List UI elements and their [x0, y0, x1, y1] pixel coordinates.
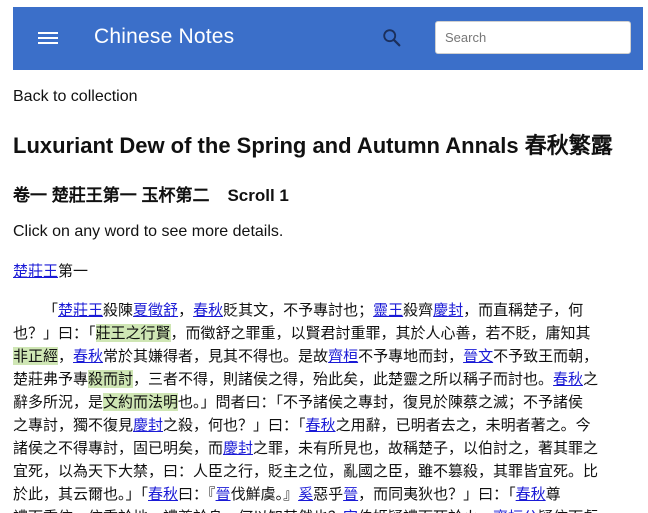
- text-segment[interactable]: 之: [583, 370, 598, 388]
- text-segment[interactable]: 伯姬疑禮而死於火，: [358, 508, 493, 513]
- word-link[interactable]: 慶封: [433, 301, 463, 319]
- text-segment[interactable]: 之用辭，已明者去之，未明者著之。今: [336, 416, 591, 434]
- classical-text-body: 「楚莊王殺陳夏徵舒，春秋貶其文，不予專討也；靈王殺齊慶封，而直稱楚子，何 也？」曰…: [13, 299, 639, 513]
- text-segment[interactable]: 也。」問者曰：「不予諸侯之專封，復見於陳蔡之滅；不予諸侯: [178, 393, 583, 411]
- text-segment[interactable]: 諸侯之不得專討，固已明矣，而: [13, 439, 223, 457]
- highlighted-phrase[interactable]: 莊王之行賢: [95, 324, 171, 342]
- word-link[interactable]: 春秋: [148, 485, 178, 503]
- text-segment[interactable]: 也？」曰：「: [13, 324, 96, 342]
- word-link[interactable]: 春秋: [193, 301, 223, 319]
- text-segment[interactable]: 疑信而虧: [538, 508, 598, 513]
- text-line: 非正經，春秋常於其嫌得者，見其不得也。是故齊桓不予專地而封，晉文不予致王而朝，: [13, 345, 639, 368]
- text-segment[interactable]: 貶其文，不予專討也；: [223, 301, 373, 319]
- text-line: 辭多所況，是文約而法明也。」問者曰：「不予諸侯之專封，復見於陳蔡之滅；不予諸侯: [13, 391, 639, 414]
- text-segment[interactable]: 曰：『: [178, 485, 216, 503]
- word-link[interactable]: 春秋: [553, 370, 583, 388]
- text-segment[interactable]: ，三者不得，則諸侯之得，殆此矣，此楚靈之所以稱子而討也。: [133, 370, 553, 388]
- word-link[interactable]: 夏徵舒: [133, 301, 178, 319]
- text-segment[interactable]: 不予專地而封，: [358, 347, 463, 365]
- text-segment[interactable]: ，而直稱楚子，何: [463, 301, 583, 319]
- text-segment[interactable]: 惡乎: [313, 485, 343, 503]
- word-link[interactable]: 晉: [216, 485, 231, 503]
- word-link[interactable]: 晉文: [463, 347, 493, 365]
- text-segment[interactable]: 禮而重信，信重於地，禮尊於身。何以知其然也？: [13, 508, 343, 513]
- text-segment[interactable]: 尊: [546, 485, 561, 503]
- text-line: 於此，其云爾也。」「春秋曰：『晉伐鮮虞。』奚惡乎晉，而同夷狄也？」曰：「春秋尊: [13, 483, 639, 506]
- highlighted-phrase[interactable]: 殺而討: [88, 370, 134, 388]
- app-title[interactable]: Chinese Notes: [94, 25, 234, 49]
- text-segment[interactable]: 常於其嫌得者，見其不得也。是故: [103, 347, 328, 365]
- text-segment[interactable]: 殺齊: [403, 301, 433, 319]
- word-link[interactable]: 春秋: [73, 347, 103, 365]
- instruction-text: Click on any word to see more details.: [13, 223, 284, 240]
- highlighted-phrase[interactable]: 文約而法明: [103, 393, 179, 411]
- search-input[interactable]: [435, 21, 631, 54]
- word-link[interactable]: 齊桓公: [493, 508, 538, 513]
- word-link[interactable]: 晉: [343, 485, 358, 503]
- text-line: 之專討，獨不復見慶封之殺，何也？」曰：「春秋之用辭，已明者去之，未明者著之。今: [13, 414, 639, 437]
- text-segment[interactable]: 之殺，何也？」曰：「: [163, 416, 306, 434]
- section-suffix: 第一: [58, 262, 89, 280]
- scroll-heading-english: Scroll 1: [227, 186, 289, 205]
- text-segment[interactable]: 殺陳: [103, 301, 133, 319]
- back-to-collection-link[interactable]: Back to collection: [13, 88, 138, 106]
- word-link[interactable]: 慶封: [133, 416, 163, 434]
- word-link[interactable]: 齊桓: [328, 347, 358, 365]
- text-segment[interactable]: 於此，其云爾也。」「: [13, 485, 148, 503]
- text-segment[interactable]: 楚莊弗予專: [13, 370, 88, 388]
- hamburger-menu-icon[interactable]: [38, 30, 58, 46]
- scroll-heading: 卷一 楚莊王第一 玉杯第二 Scroll 1: [13, 181, 289, 206]
- scroll-heading-chinese: 卷一 楚莊王第一 玉杯第二: [13, 186, 210, 205]
- text-segment[interactable]: 伐鮮虞。』: [231, 485, 299, 503]
- text-line: 宜死，以為天下大禁，曰：人臣之行，貶主之位，亂國之臣，雖不篡殺，其罪皆宜死。比: [13, 460, 639, 483]
- text-line: 楚莊弗予專殺而討，三者不得，則諸侯之得，殆此矣，此楚靈之所以稱子而討也。春秋之: [13, 368, 639, 391]
- text-segment[interactable]: 「: [43, 301, 58, 319]
- word-link[interactable]: 慶封: [223, 439, 253, 457]
- text-segment[interactable]: ，: [178, 301, 193, 319]
- text-line: 禮而重信，信重於地，禮尊於身。何以知其然也？宋伯姬疑禮而死於火，齊桓公疑信而虧: [13, 506, 639, 513]
- text-segment[interactable]: 不予致王而朝，: [493, 347, 598, 365]
- app-bar: Chinese Notes: [13, 7, 643, 70]
- word-link[interactable]: 春秋: [306, 416, 336, 434]
- text-segment[interactable]: ，而徵舒之罪重，以賢君討重罪，其於人心善，若不貶，庸知其: [171, 324, 591, 342]
- page-title: Luxuriant Dew of the Spring and Autumn A…: [13, 133, 613, 158]
- word-link[interactable]: 春秋: [516, 485, 546, 503]
- text-line: 「楚莊王殺陳夏徵舒，春秋貶其文，不予專討也；靈王殺齊慶封，而直稱楚子，何: [13, 299, 639, 322]
- magnifier-icon[interactable]: [381, 27, 403, 49]
- text-segment[interactable]: 之專討，獨不復見: [13, 416, 133, 434]
- text-segment[interactable]: 宜死，以為天下大禁，曰：人臣之行，貶主之位，亂國之臣，雖不篡殺，其罪皆宜死。比: [13, 462, 598, 480]
- word-link[interactable]: 靈王: [373, 301, 403, 319]
- text-segment[interactable]: ，: [58, 347, 73, 365]
- highlighted-phrase[interactable]: 非正經: [13, 347, 59, 365]
- word-link[interactable]: 宋: [343, 508, 358, 513]
- section-link[interactable]: 楚莊王: [13, 262, 58, 280]
- section-title: 楚莊王第一: [13, 260, 88, 281]
- word-link[interactable]: 奚: [298, 485, 313, 503]
- text-segment[interactable]: ，而同夷狄也？」曰：「: [358, 485, 516, 503]
- text-line: 諸侯之不得專討，固已明矣，而慶封之罪，未有所見也，故稱楚子，以伯討之，著其罪之: [13, 437, 639, 460]
- text-segment[interactable]: 之罪，未有所見也，故稱楚子，以伯討之，著其罪之: [253, 439, 598, 457]
- text-line: 也？」曰：「莊王之行賢，而徵舒之罪重，以賢君討重罪，其於人心善，若不貶，庸知其: [13, 322, 639, 345]
- text-segment[interactable]: 辭多所況，是: [13, 393, 103, 411]
- word-link[interactable]: 楚莊王: [58, 301, 103, 319]
